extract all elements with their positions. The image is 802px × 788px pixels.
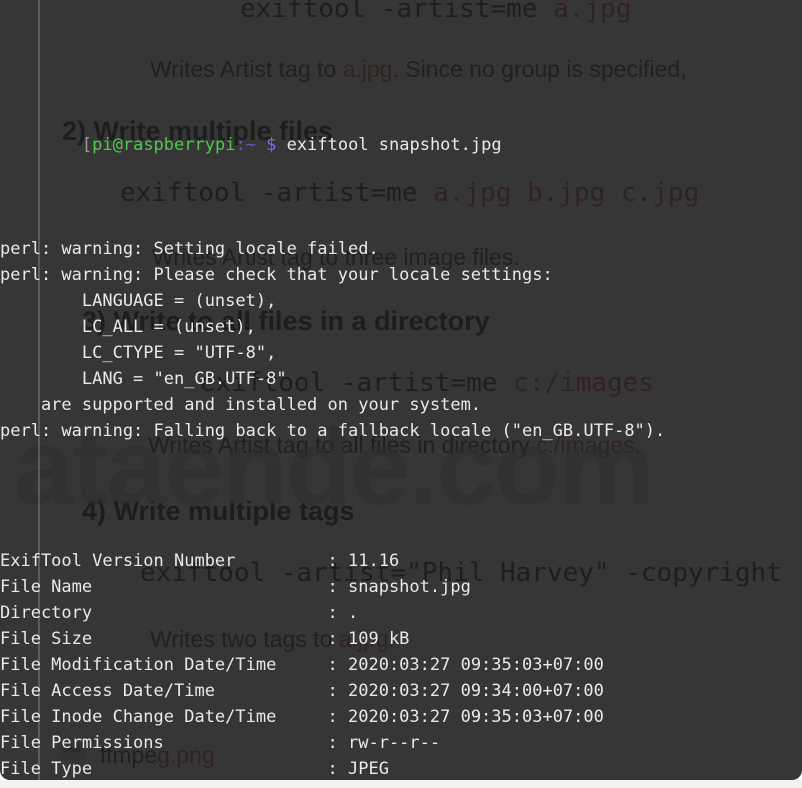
exif-row: File Permissions : rw-r--r-- [0,730,802,756]
exif-separator: : [327,629,348,649]
exif-value: JPEG [348,759,389,779]
exif-separator: : [327,655,348,675]
exif-label: File Type [0,759,328,779]
terminal-window[interactable]: [pi@raspberrypi:~ $ exiftool snapshot.jp… [0,0,802,780]
exif-value: 2020:03:27 09:35:03+07:00 [348,655,604,675]
exif-row: Directory : . [0,600,802,626]
prompt-user: pi@raspberrypi [92,135,236,155]
terminal-line: are supported and installed on your syst… [0,395,482,415]
terminal-line: LANGUAGE = (unset), [0,291,277,311]
terminal-line: perl: warning: Setting locale failed. [0,239,379,259]
exif-separator: : [327,551,348,571]
screenshot-root: exiftool -artist=me a.jpgWrites Artist t… [0,0,802,788]
exif-separator: : [327,577,348,597]
terminal-line: LC_ALL = (unset), [0,317,256,337]
exif-label: ExifTool Version Number [0,551,328,571]
exif-separator: : [327,759,348,779]
exif-separator: : [327,733,348,753]
terminal-line: LC_CTYPE = "UTF-8", [0,343,277,363]
exif-row: ExifTool Version Number : 11.16 [0,548,802,574]
prompt-symbol: $ [266,135,277,155]
terminal-prompt-line: [pi@raspberrypi:~ $ exiftool snapshot.jp… [0,106,802,155]
exif-label: File Inode Change Date/Time [0,707,328,727]
exif-label: Directory [0,603,328,623]
exif-label: File Name [0,577,328,597]
terminal-warning-block: perl: warning: Setting locale failed. per… [0,236,802,444]
exif-separator: : [327,603,348,623]
exif-row: File Modification Date/Time : 2020:03:27… [0,652,802,678]
terminal-output[interactable]: [pi@raspberrypi:~ $ exiftool snapshot.jp… [0,0,802,780]
exif-label: File Permissions [0,733,328,753]
exif-value: 2020:03:27 09:35:03+07:00 [348,707,604,727]
terminal-exif-block: ExifTool Version Number : 11.16 File Name… [0,548,802,780]
exif-row: File Size : 109 kB [0,626,802,652]
terminal-line: LANG = "en_GB.UTF-8" [0,369,287,389]
exif-label: File Access Date/Time [0,681,328,701]
exif-row: File Inode Change Date/Time : 2020:03:27… [0,704,802,730]
exif-label: File Size [0,629,328,649]
exif-row: File Type : JPEG [0,756,802,780]
exif-value: 2020:03:27 09:34:00+07:00 [348,681,604,701]
bracket-open: [ [81,135,93,155]
terminal-command: exiftool snapshot.jpg [276,135,502,155]
exif-value: 11.16 [348,551,400,571]
exif-row: File Access Date/Time : 2020:03:27 09:34… [0,678,802,704]
window-bottom-edge [0,780,802,788]
exif-row: File Name : snapshot.jpg [0,574,802,600]
exif-value: 109 kB [348,629,410,649]
exif-separator: : [327,681,348,701]
terminal-line: perl: warning: Falling back to a fallbac… [0,421,666,441]
terminal-line: perl: warning: Please check that your lo… [0,265,553,285]
exif-separator: : [327,707,348,727]
exif-label: File Modification Date/Time [0,655,328,675]
exif-value: snapshot.jpg [348,577,471,597]
exif-value: . [348,603,359,623]
prompt-path: :~ [235,135,256,155]
exif-value: rw-r--r-- [348,733,441,753]
